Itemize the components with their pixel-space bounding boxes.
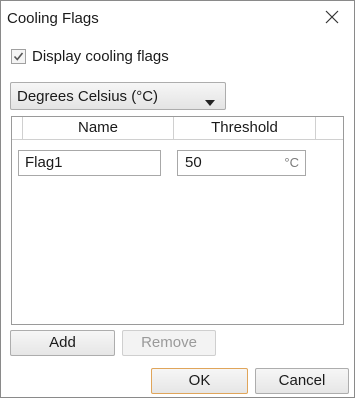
unit-dropdown-value: Degrees Celsius (°C) xyxy=(17,88,159,105)
checkbox-label: Display cooling flags xyxy=(32,48,169,65)
column-header-threshold[interactable]: Threshold xyxy=(174,117,316,139)
display-cooling-flags-checkbox[interactable]: Display cooling flags xyxy=(11,48,169,65)
flag-threshold-input[interactable]: 50 °C xyxy=(177,150,306,176)
remove-button[interactable]: Remove xyxy=(122,330,216,356)
column-header-name[interactable]: Name xyxy=(22,117,174,139)
grid-header-row: Name Threshold xyxy=(12,117,343,140)
flags-grid: Name Threshold Flag1 50 °C xyxy=(11,116,344,325)
checkbox-checked-icon[interactable] xyxy=(11,49,26,64)
threshold-unit: °C xyxy=(284,155,299,170)
ok-button[interactable]: OK xyxy=(151,368,248,394)
dropdown-arrow-icon xyxy=(205,93,215,110)
unit-dropdown[interactable]: Degrees Celsius (°C) xyxy=(10,82,226,110)
close-icon[interactable] xyxy=(324,9,340,25)
flag-threshold-value: 50 xyxy=(185,154,202,171)
flag-name-input[interactable]: Flag1 xyxy=(18,150,161,176)
cancel-button[interactable]: Cancel xyxy=(255,368,349,394)
dialog-title: Cooling Flags xyxy=(7,10,99,27)
add-button[interactable]: Add xyxy=(10,330,115,356)
cooling-flags-dialog: Cooling Flags Display cooling flags Degr… xyxy=(0,0,355,398)
